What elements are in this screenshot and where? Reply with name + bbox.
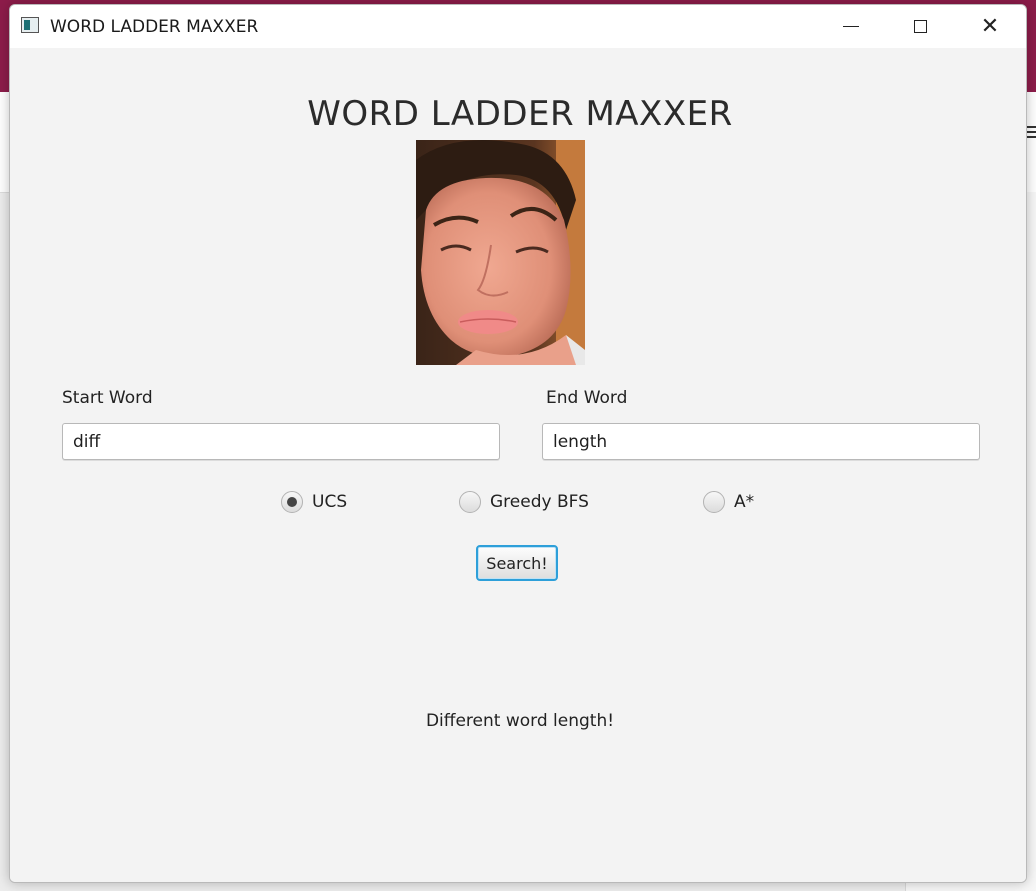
end-word-label: End Word [546, 388, 628, 408]
portrait-image [416, 140, 585, 365]
result-message: Different word length! [425, 711, 615, 731]
minimize-icon [843, 26, 859, 27]
close-button[interactable]: ✕ [956, 5, 1024, 48]
radio-label: Greedy BFS [490, 492, 589, 512]
app-window: WORD LADDER MAXXER ✕ WORD LADDER MAXXER [9, 4, 1027, 883]
start-word-label: Start Word [62, 388, 153, 408]
search-button[interactable]: Search! [476, 545, 558, 581]
app-icon [21, 17, 39, 33]
radio-label: UCS [312, 492, 348, 512]
radio-a-star[interactable]: A* [703, 489, 754, 515]
radio-button[interactable] [459, 491, 481, 513]
radio-greedy-bfs[interactable]: Greedy BFS [459, 489, 589, 515]
radio-label: A* [734, 492, 755, 512]
end-word-input[interactable] [542, 423, 980, 460]
close-icon: ✕ [980, 13, 1000, 39]
window-title: WORD LADDER MAXXER [50, 17, 259, 37]
radio-ucs[interactable]: UCS [281, 489, 347, 515]
minimize-button[interactable] [817, 5, 885, 48]
maximize-button[interactable] [886, 5, 954, 48]
main-content: WORD LADDER MAXXER Start Word diff End W… [10, 48, 1026, 882]
page-title: WORD LADDER MAXXER [307, 94, 733, 134]
radio-button-selected[interactable] [281, 491, 303, 513]
maximize-icon [913, 20, 927, 33]
start-word-input[interactable] [62, 423, 500, 460]
radio-button[interactable] [703, 491, 725, 513]
title-bar[interactable]: WORD LADDER MAXXER ✕ [10, 5, 1026, 48]
